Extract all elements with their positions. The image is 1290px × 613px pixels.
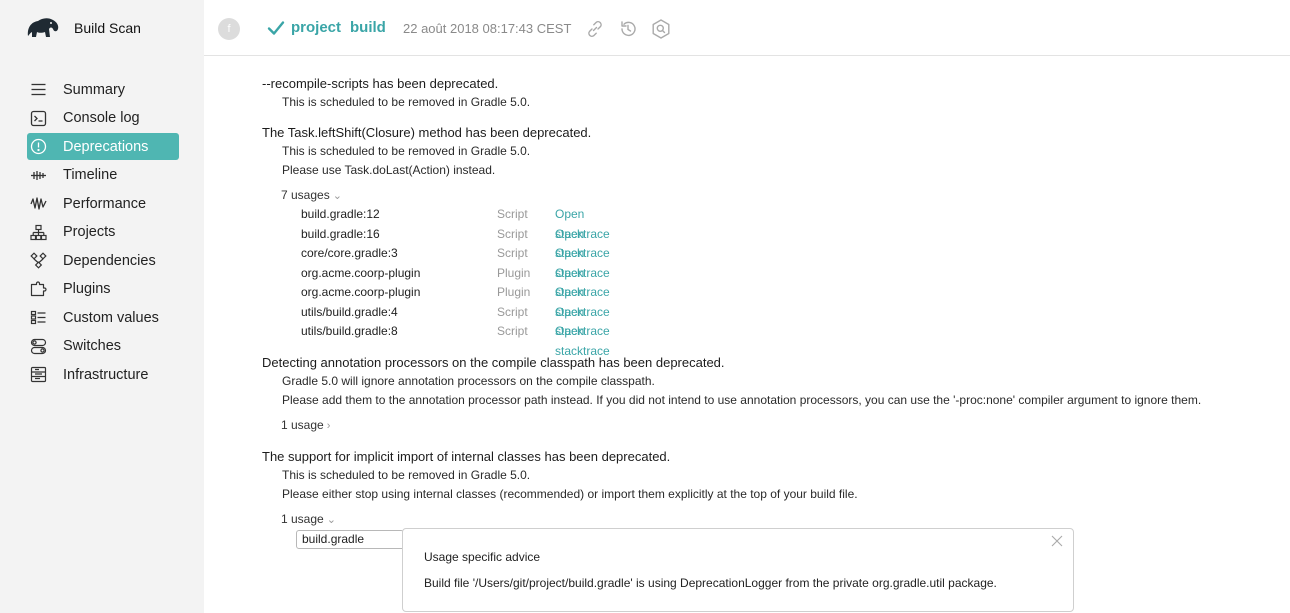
- deprecation-detail: Please add them to the annotation proces…: [282, 393, 1202, 407]
- deprecation-detail: Please either stop using internal classe…: [282, 487, 858, 501]
- sidebar-item-performance[interactable]: Performance: [27, 190, 179, 217]
- usages-list: build.gradle:12 Script Open stacktrace b…: [262, 205, 610, 358]
- usage-location: build.gradle:12: [301, 207, 380, 221]
- sidebar-item-dependencies[interactable]: Dependencies: [27, 247, 179, 274]
- deprecation-detail: Please use Task.doLast(Action) instead.: [282, 163, 496, 177]
- deprecation-item: The Task.leftShift(Closure) method has b…: [262, 123, 610, 358]
- performance-icon: [30, 195, 47, 212]
- top-bar: Build Scan f project build 22 août 2018 …: [0, 0, 1290, 56]
- sidebar-item-label: Performance: [63, 195, 147, 212]
- usages-count: 7 usages: [281, 188, 330, 202]
- usage-kind: Script: [497, 207, 528, 221]
- switches-icon: [30, 338, 47, 355]
- usage-location: utils/build.gradle:4: [301, 304, 398, 319]
- console-icon: [30, 110, 47, 127]
- sidebar-item-label: Console log: [63, 110, 140, 126]
- deprecation-title: Detecting annotation processors on the c…: [262, 355, 725, 370]
- sidebar-item-summary[interactable]: Summary: [27, 76, 179, 103]
- sidebar-item-custom-values[interactable]: Custom values: [27, 304, 179, 331]
- timeline-icon: [30, 167, 47, 184]
- deprecation-detail: This is scheduled to be removed in Gradl…: [282, 95, 531, 109]
- usage-kind: Script: [497, 226, 528, 241]
- advice-title: Usage specific advice: [424, 550, 541, 564]
- sidebar-item-label: Switches: [63, 338, 122, 354]
- usage-row: utils/build.gradle:4 Script Open stacktr…: [262, 303, 610, 339]
- sidebar-item-label: Projects: [63, 224, 116, 240]
- sidebar-item-label: Timeline: [63, 167, 118, 183]
- usage-kind: Script: [497, 324, 528, 338]
- usages-toggle[interactable]: 7 usages ⌄: [262, 185, 342, 205]
- history-icon[interactable]: [617, 18, 639, 40]
- chevron-down-icon: ⌄: [326, 514, 336, 526]
- sidebar-item-label: Plugins: [63, 281, 111, 297]
- usage-row: org.acme.coorp-plugin Plugin Open stackt…: [262, 264, 610, 300]
- chevron-right-icon: ›: [326, 420, 331, 432]
- deprecation-icon: [30, 138, 47, 155]
- deprecation-item: --recompile-scripts has been deprecated.…: [262, 74, 530, 112]
- usage-location: org.acme.coorp-plugin: [301, 265, 421, 280]
- usage-row: build.gradle:12 Script Open stacktrace: [262, 205, 610, 241]
- app-title: Build Scan: [74, 20, 141, 36]
- user-avatar[interactable]: f: [218, 18, 240, 40]
- usage-advice-popover: Usage specific advice Build file '/Users…: [402, 528, 1074, 612]
- custom-values-icon: [30, 309, 47, 326]
- usage-kind: Plugin: [497, 265, 531, 280]
- sidebar: Summary Console log Deprecations Timelin…: [0, 56, 204, 613]
- sidebar-item-label: Summary: [63, 81, 126, 98]
- task-name[interactable]: build: [350, 19, 386, 36]
- usages-toggle[interactable]: 1 usage ⌄: [262, 509, 336, 529]
- advice-text: Build file '/Users/git/project/build.gra…: [424, 576, 997, 590]
- deprecation-detail: This is scheduled to be removed in Gradl…: [282, 144, 531, 158]
- build-timestamp: 22 août 2018 08:17:43 CEST: [403, 21, 572, 36]
- deprecation-detail: This is scheduled to be removed in Gradl…: [282, 468, 531, 482]
- sidebar-item-label: Custom values: [63, 309, 159, 326]
- usages-count: 1 usage: [281, 418, 324, 432]
- success-check-icon: [267, 21, 285, 35]
- usages-toggle[interactable]: 1 usage ›: [262, 415, 330, 435]
- usage-location: core/core.gradle:3: [301, 246, 398, 260]
- usage-row: org.acme.coorp-plugin Plugin Open stackt…: [262, 283, 610, 319]
- deprecation-title: The support for implicit import of inter…: [262, 449, 671, 464]
- usages-count: 1 usage: [281, 512, 324, 526]
- deprecation-item: The support for implicit import of inter…: [262, 447, 858, 529]
- brand[interactable]: Build Scan: [0, 0, 204, 56]
- sidebar-item-label: Dependencies: [63, 252, 156, 269]
- projects-icon: [30, 224, 47, 241]
- deprecation-item: Detecting annotation processors on the c…: [262, 353, 1201, 435]
- close-icon[interactable]: [1051, 535, 1063, 547]
- deprecation-detail: Gradle 5.0 will ignore annotation proces…: [282, 374, 655, 388]
- usage-location: org.acme.coorp-plugin: [301, 285, 421, 299]
- summary-icon: [30, 81, 47, 98]
- search-icon[interactable]: [650, 18, 672, 40]
- usage-location-selected[interactable]: build.gradle: [296, 530, 404, 549]
- usage-row: core/core.gradle:3 Script Open stacktrac…: [262, 244, 610, 280]
- sidebar-item-console-log[interactable]: Console log: [27, 105, 179, 132]
- link-icon[interactable]: [584, 18, 606, 40]
- usage-location: build.gradle:16: [301, 226, 380, 241]
- sidebar-item-label: Infrastructure: [63, 366, 149, 383]
- deprecations-panel: --recompile-scripts has been deprecated.…: [204, 56, 1290, 613]
- project-name[interactable]: project: [291, 19, 341, 36]
- sidebar-item-deprecations[interactable]: Deprecations: [27, 133, 179, 160]
- usage-kind: Script: [497, 246, 528, 260]
- sidebar-item-plugins[interactable]: Plugins: [27, 276, 179, 303]
- gradle-elephant-icon: [27, 18, 59, 37]
- deprecation-title: The Task.leftShift(Closure) method has b…: [262, 125, 592, 140]
- infrastructure-icon: [30, 366, 47, 383]
- plugins-icon: [30, 280, 47, 298]
- sidebar-item-label: Deprecations: [63, 138, 149, 155]
- usage-row: build.gradle:16 Script Open stacktrace: [262, 225, 610, 261]
- usage-location: utils/build.gradle:8: [301, 324, 398, 338]
- sidebar-item-timeline[interactable]: Timeline: [27, 162, 179, 189]
- sidebar-item-switches[interactable]: Switches: [27, 333, 179, 360]
- sidebar-item-infrastructure[interactable]: Infrastructure: [27, 361, 179, 388]
- dependencies-icon: [30, 252, 47, 269]
- usage-kind: Plugin: [497, 285, 531, 299]
- chevron-down-icon: ⌄: [332, 190, 342, 202]
- deprecation-title: --recompile-scripts has been deprecated.: [262, 76, 499, 91]
- usage-kind: Script: [497, 304, 528, 319]
- sidebar-item-projects[interactable]: Projects: [27, 219, 179, 246]
- usage-row: utils/build.gradle:8 Script Open stacktr…: [262, 322, 610, 358]
